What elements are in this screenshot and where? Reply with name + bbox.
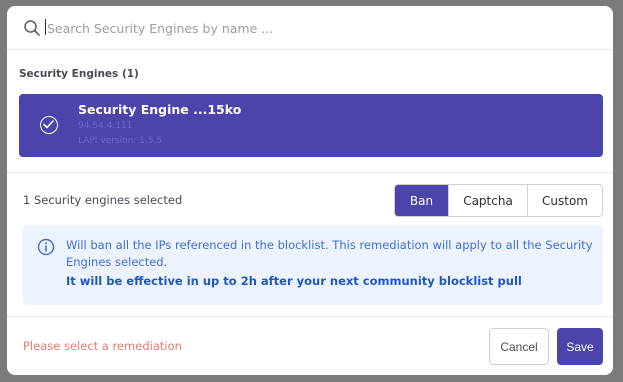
search-bar [7,6,613,50]
info-bold-text: It will be effective in up to 2h after y… [66,274,522,288]
info-icon [37,238,55,260]
remediation-ban-button[interactable]: Ban [395,185,448,216]
security-engine-card[interactable]: Security Engine ...15ko 94.54.4.111 LAPI… [19,94,603,157]
save-button[interactable]: Save [557,328,603,365]
engine-lapi-version: LAPI version: 1.5.5 [78,136,163,146]
search-input[interactable] [45,16,589,40]
info-text: Will ban all the IPs referenced in the b… [66,238,593,269]
remediation-captcha-button[interactable]: Captcha [448,185,527,216]
engine-ip: 94.54.4.111 [78,121,133,131]
cancel-button[interactable]: Cancel [489,328,549,365]
engine-name: Security Engine ...15ko [78,102,242,117]
selected-count: 1 Security engines selected [23,193,183,207]
search-icon [23,19,41,37]
divider [7,316,613,317]
remediation-selector: Ban Captcha Custom [394,184,603,217]
divider [7,172,613,173]
error-message: Please select a remediation [23,339,182,353]
section-label: Security Engines (1) [19,68,139,80]
remediation-custom-button[interactable]: Custom [527,185,602,216]
blocklist-subscribe-modal: Security Engines (1) Security Engine ...… [7,6,613,375]
info-banner: Will ban all the IPs referenced in the b… [23,225,603,305]
text-cursor [45,19,46,35]
check-circle-icon [40,116,58,134]
